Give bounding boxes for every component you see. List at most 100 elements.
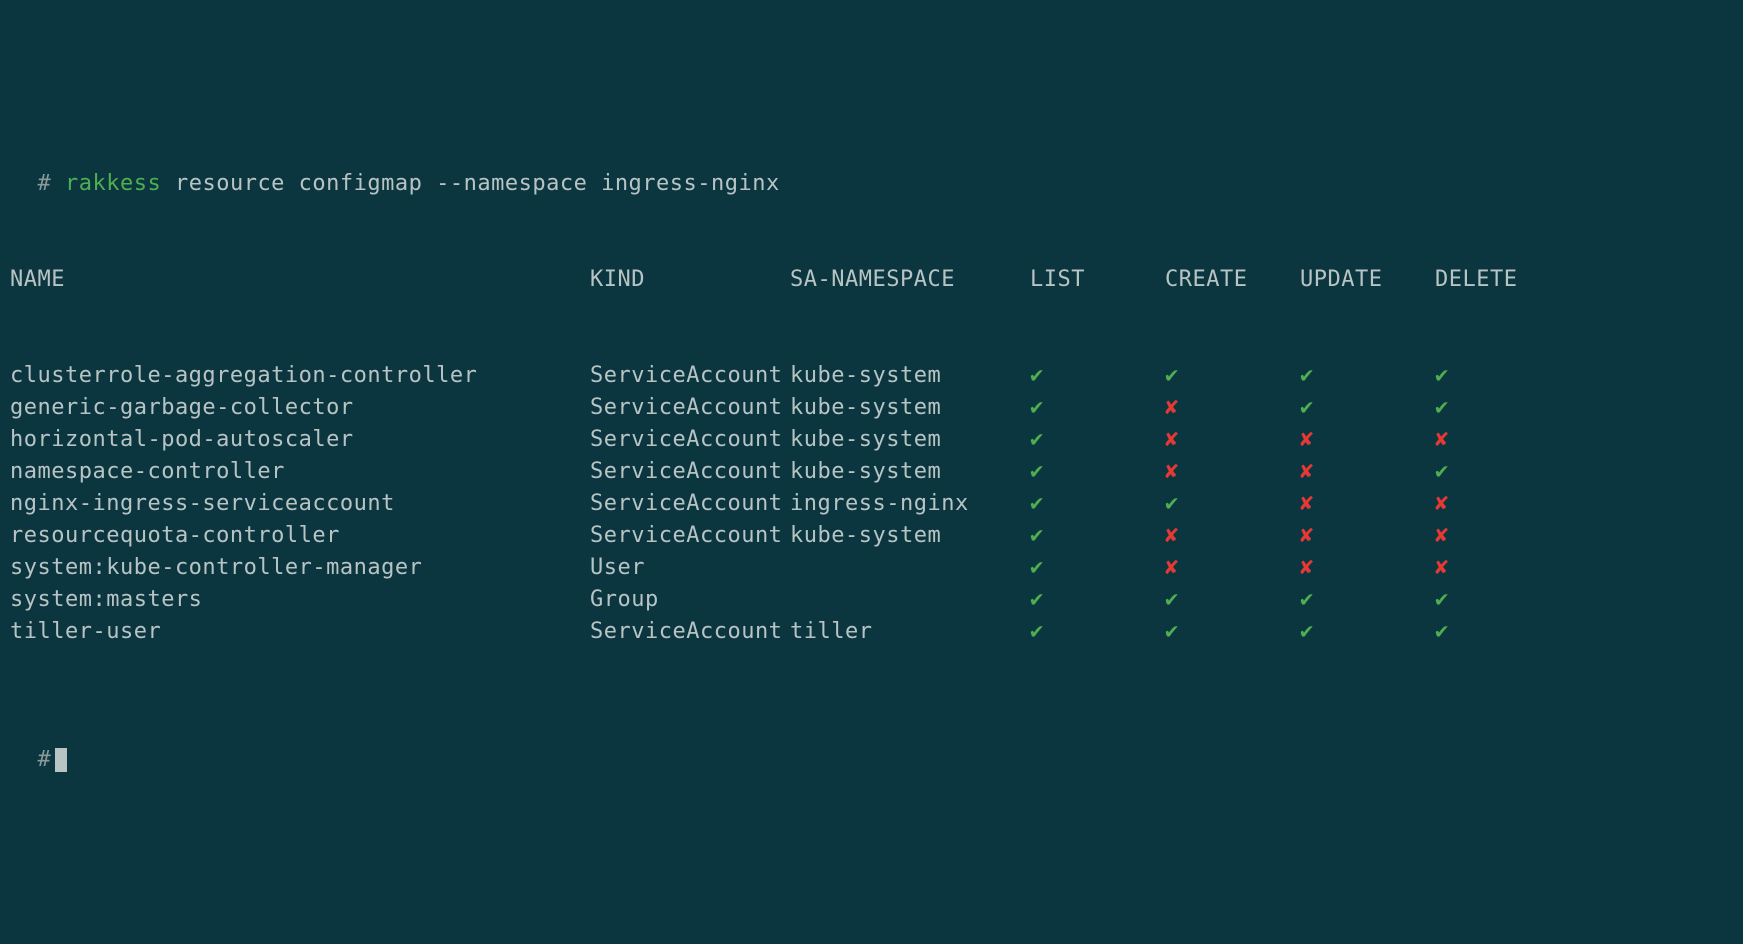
cell-name: clusterrole-aggregation-controller [10, 360, 590, 392]
cell-kind: ServiceAccount [590, 424, 790, 456]
cross-icon: ✘ [1435, 552, 1449, 584]
cell-name: generic-garbage-collector [10, 392, 590, 424]
cell-list: ✔ [1030, 456, 1165, 488]
cross-icon: ✘ [1165, 424, 1179, 456]
cell-sa-namespace: kube-system [790, 360, 1030, 392]
check-icon: ✔ [1165, 360, 1179, 392]
cell-create: ✔ [1165, 488, 1300, 520]
cell-create: ✘ [1165, 424, 1300, 456]
cell-create: ✔ [1165, 360, 1300, 392]
cell-sa-namespace: kube-system [790, 520, 1030, 552]
cell-create: ✘ [1165, 456, 1300, 488]
check-icon: ✔ [1030, 360, 1044, 392]
cross-icon: ✘ [1165, 552, 1179, 584]
check-icon: ✔ [1165, 488, 1179, 520]
cell-name: resourcequota-controller [10, 520, 590, 552]
prompt-line[interactable]: # [10, 712, 1733, 776]
check-icon: ✔ [1435, 392, 1449, 424]
cell-list: ✔ [1030, 360, 1165, 392]
check-icon: ✔ [1030, 616, 1044, 648]
table-row: resourcequota-controllerServiceAccountku… [10, 520, 1733, 552]
cell-kind: ServiceAccount [590, 360, 790, 392]
cell-list: ✔ [1030, 424, 1165, 456]
check-icon: ✔ [1435, 360, 1449, 392]
header-list: LIST [1030, 264, 1165, 296]
check-icon: ✔ [1435, 616, 1449, 648]
check-icon: ✔ [1300, 584, 1314, 616]
table-row: generic-garbage-collectorServiceAccountk… [10, 392, 1733, 424]
check-icon: ✔ [1030, 456, 1044, 488]
table-row: tiller-userServiceAccounttiller✔✔✔✔ [10, 616, 1733, 648]
cell-kind: ServiceAccount [590, 488, 790, 520]
cell-name: nginx-ingress-serviceaccount [10, 488, 590, 520]
cell-update: ✔ [1300, 392, 1435, 424]
cell-kind: ServiceAccount [590, 520, 790, 552]
cell-sa-namespace [790, 552, 1030, 584]
cell-name: system:kube-controller-manager [10, 552, 590, 584]
cell-sa-namespace: kube-system [790, 456, 1030, 488]
table-row: horizontal-pod-autoscalerServiceAccountk… [10, 424, 1733, 456]
cross-icon: ✘ [1300, 424, 1314, 456]
check-icon: ✔ [1300, 616, 1314, 648]
cell-update: ✘ [1300, 424, 1435, 456]
cross-icon: ✘ [1165, 520, 1179, 552]
cell-kind: ServiceAccount [590, 392, 790, 424]
table-row: system:mastersGroup✔✔✔✔ [10, 584, 1733, 616]
cell-update: ✘ [1300, 552, 1435, 584]
cross-icon: ✘ [1435, 424, 1449, 456]
check-icon: ✔ [1030, 520, 1044, 552]
check-icon: ✔ [1300, 392, 1314, 424]
table-header-row: NAME KIND SA-NAMESPACE LIST CREATE UPDAT… [10, 264, 1733, 296]
check-icon: ✔ [1030, 424, 1044, 456]
cell-sa-namespace: kube-system [790, 392, 1030, 424]
cell-kind: Group [590, 584, 790, 616]
check-icon: ✔ [1435, 584, 1449, 616]
cell-name: tiller-user [10, 616, 590, 648]
prompt-hash: # [38, 171, 52, 196]
check-icon: ✔ [1030, 584, 1044, 616]
cell-delete: ✔ [1435, 360, 1570, 392]
cell-kind: User [590, 552, 790, 584]
command-name: rakkess [65, 171, 161, 196]
cursor-icon [55, 748, 67, 772]
cell-delete: ✔ [1435, 584, 1570, 616]
cell-create: ✘ [1165, 392, 1300, 424]
cross-icon: ✘ [1300, 520, 1314, 552]
cell-create: ✘ [1165, 520, 1300, 552]
cell-update: ✘ [1300, 520, 1435, 552]
cell-create: ✔ [1165, 584, 1300, 616]
cell-name: namespace-controller [10, 456, 590, 488]
check-icon: ✔ [1030, 392, 1044, 424]
cell-list: ✔ [1030, 616, 1165, 648]
cell-list: ✔ [1030, 552, 1165, 584]
header-kind: KIND [590, 264, 790, 296]
table-row: system:kube-controller-managerUser✔✘✘✘ [10, 552, 1733, 584]
cell-delete: ✘ [1435, 488, 1570, 520]
cell-kind: ServiceAccount [590, 616, 790, 648]
cell-update: ✘ [1300, 456, 1435, 488]
header-create: CREATE [1165, 264, 1300, 296]
header-update: UPDATE [1300, 264, 1435, 296]
cell-delete: ✘ [1435, 520, 1570, 552]
cell-kind: ServiceAccount [590, 456, 790, 488]
cell-name: horizontal-pod-autoscaler [10, 424, 590, 456]
command-args: resource configmap --namespace ingress-n… [175, 171, 780, 196]
cross-icon: ✘ [1435, 488, 1449, 520]
header-name: NAME [10, 264, 590, 296]
check-icon: ✔ [1300, 360, 1314, 392]
cross-icon: ✘ [1435, 520, 1449, 552]
cross-icon: ✘ [1165, 392, 1179, 424]
check-icon: ✔ [1030, 488, 1044, 520]
cell-sa-namespace: ingress-nginx [790, 488, 1030, 520]
cell-name: system:masters [10, 584, 590, 616]
cell-sa-namespace: tiller [790, 616, 1030, 648]
cell-delete: ✔ [1435, 616, 1570, 648]
table-row: namespace-controllerServiceAccountkube-s… [10, 456, 1733, 488]
cell-delete: ✔ [1435, 392, 1570, 424]
table-row: nginx-ingress-serviceaccountServiceAccou… [10, 488, 1733, 520]
command-line: # rakkess resource configmap --namespace… [10, 136, 1733, 200]
cell-create: ✘ [1165, 552, 1300, 584]
cell-delete: ✘ [1435, 552, 1570, 584]
cell-create: ✔ [1165, 616, 1300, 648]
header-delete: DELETE [1435, 264, 1570, 296]
